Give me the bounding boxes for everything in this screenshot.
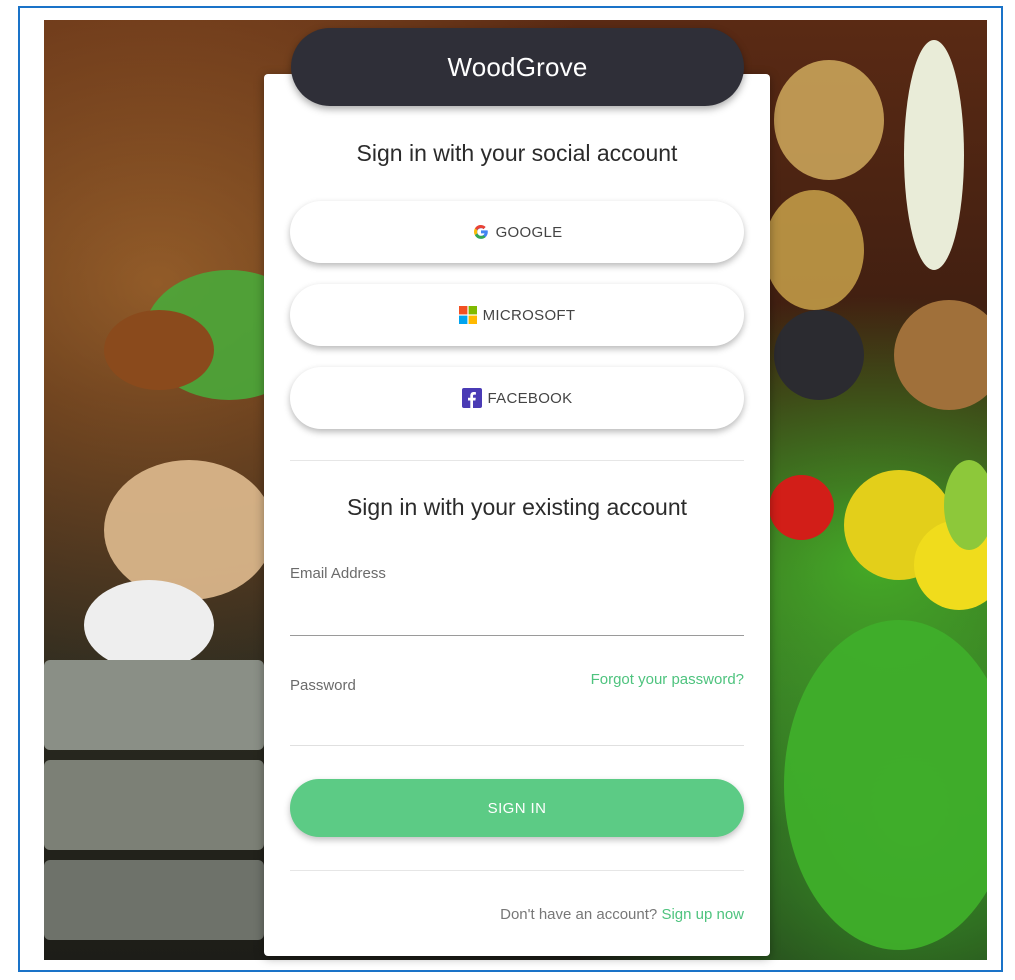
facebook-signin-button[interactable]: FACEBOOK: [290, 367, 744, 429]
password-field[interactable]: [290, 707, 744, 737]
local-heading: Sign in with your existing account: [346, 494, 688, 520]
facebook-icon: [461, 388, 482, 408]
email-underline: [290, 635, 744, 636]
facebook-label: FACEBOOK: [487, 389, 573, 407]
password-label: Password: [290, 677, 356, 694]
email-field[interactable]: [290, 598, 744, 628]
signup-row: Don't have an account? Sign up now: [500, 906, 744, 923]
google-signin-button[interactable]: GOOGLE: [290, 201, 744, 263]
sign-up-link[interactable]: Sign up now: [661, 906, 744, 923]
section-divider: [290, 460, 744, 461]
signup-prompt: Don't have an account?: [500, 906, 658, 923]
google-icon: [473, 225, 488, 239]
sign-in-button[interactable]: SIGN IN: [290, 779, 744, 837]
brand-header: WoodGrove: [291, 28, 744, 106]
password-underline: [290, 745, 744, 746]
microsoft-label: MICROSOFT: [482, 306, 576, 324]
google-label: GOOGLE: [495, 223, 563, 241]
email-label: Email Address: [290, 565, 386, 582]
brand-name: WoodGrove: [447, 51, 588, 82]
microsoft-icon: [458, 306, 477, 324]
microsoft-signin-button[interactable]: MICROSOFT: [290, 284, 744, 346]
forgot-password-link[interactable]: Forgot your password?: [591, 671, 744, 688]
footer-divider: [290, 870, 744, 871]
social-heading: Sign in with your social account: [356, 140, 678, 166]
